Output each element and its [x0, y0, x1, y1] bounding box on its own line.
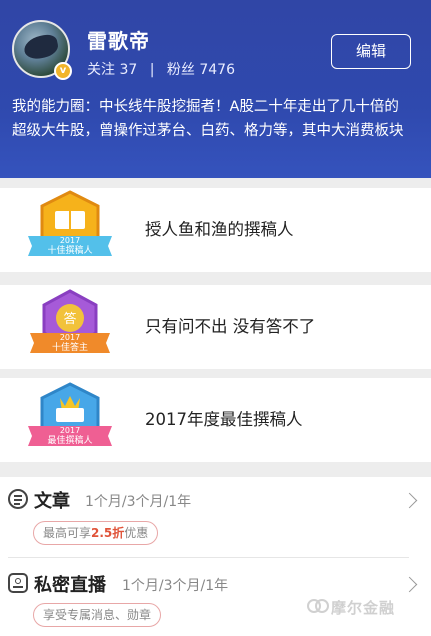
service-title: 文章 — [34, 491, 70, 512]
tag-suffix: 优惠 — [124, 526, 149, 540]
verified-badge-icon: v — [54, 62, 72, 80]
watermark: 摩尔金融 — [307, 597, 395, 618]
document-icon — [8, 489, 28, 509]
ten-best-answerer-badge-icon: 答 2017 十佳答主 — [30, 289, 110, 353]
chevron-right-icon — [401, 492, 418, 509]
tag-prefix: 最高可享 — [43, 526, 92, 540]
chevron-right-icon — [401, 576, 418, 593]
bio[interactable]: 我的能力圈：中长线牛股挖掘者！A股二十年走出了几十倍的超级大牛股，曾操作过茅台、… — [12, 95, 410, 143]
follow-label: 关注 — [87, 62, 115, 78]
honor-title: 2017年度最佳撰稿人 — [145, 410, 303, 429]
bio-text: 我的能力圈：中长线牛股挖掘者！A股二十年走出了几十倍的超级大牛股，曾操作过茅台、… — [12, 99, 404, 139]
service-period: 1个月/3个月/1年 — [122, 578, 229, 594]
honor-title: 只有问不出 没有答不了 — [145, 317, 316, 336]
follow-count[interactable]: 37 — [119, 62, 137, 78]
badge-text: 十佳答主 — [52, 341, 88, 353]
badge-text: 最佳撰稿人 — [47, 434, 92, 446]
honor-title: 授人鱼和渔的撰稿人 — [145, 220, 294, 239]
stats-divider: | — [149, 62, 155, 78]
tag-highlight: 2.5折 — [91, 526, 125, 540]
badge-year: 2017 — [60, 426, 80, 435]
service-title: 私密直播 — [34, 575, 106, 596]
service-period: 1个月/3个月/1年 — [85, 494, 192, 510]
username: 雷歌帝 — [87, 29, 150, 53]
edit-button[interactable]: 编辑 — [331, 34, 411, 69]
bird-icon — [22, 32, 60, 62]
honor-card[interactable]: 2017 最佳撰稿人 2017年度最佳撰稿人 — [0, 378, 431, 462]
fans-count[interactable]: 7476 — [199, 62, 235, 78]
profile-header: v 雷歌帝 关注 37 | 粉丝 7476 编辑 我的能力圈：中长线牛股挖掘者！… — [0, 0, 431, 178]
benefit-tag: 享受专属消息、勋章 — [33, 603, 162, 627]
honor-card[interactable]: 2017 十佳撰稿人 授人鱼和渔的撰稿人 — [0, 188, 431, 272]
live-icon — [8, 573, 28, 593]
badge-year: 2017 — [60, 333, 80, 342]
badge-text: 十佳撰稿人 — [47, 244, 92, 256]
best-writer-badge-icon: 2017 最佳撰稿人 — [28, 382, 112, 446]
badge-year: 2017 — [60, 236, 80, 245]
brand-logo-icon — [307, 599, 329, 615]
discount-tag: 最高可享2.5折优惠 — [33, 521, 159, 545]
ten-best-writer-badge-icon: 2017 十佳撰稿人 — [28, 190, 112, 256]
divider — [8, 557, 409, 558]
profile-stats: 关注 37 | 粉丝 7476 — [87, 59, 235, 79]
watermark-text: 摩尔金融 — [331, 599, 396, 617]
honor-card[interactable]: 答 2017 十佳答主 只有问不出 没有答不了 — [0, 285, 431, 369]
badge-glyph: 答 — [63, 311, 76, 327]
fans-label: 粉丝 — [166, 62, 195, 78]
avatar[interactable]: v — [12, 20, 72, 80]
